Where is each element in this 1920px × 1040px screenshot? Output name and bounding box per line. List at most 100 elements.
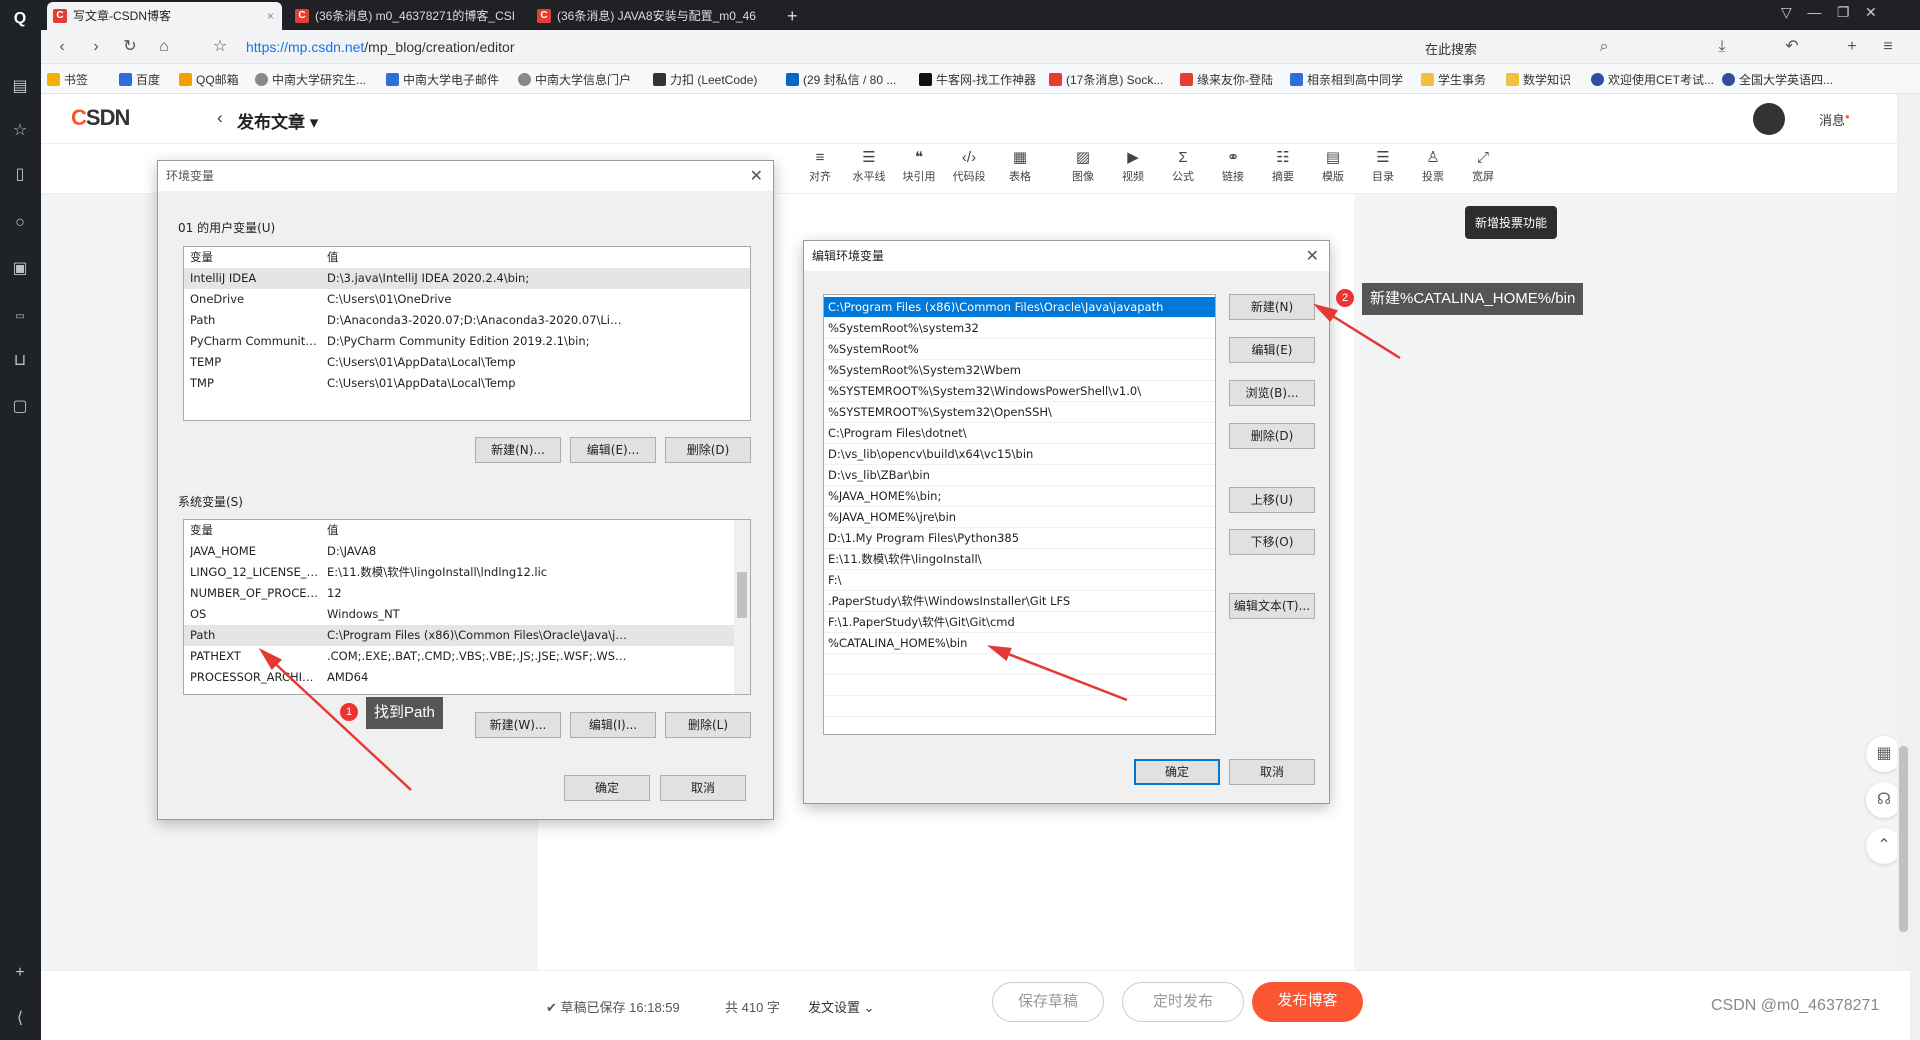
bookmark-item[interactable]: (17条消息) Sock... bbox=[1049, 71, 1163, 88]
plus-icon[interactable]: + bbox=[1841, 36, 1863, 58]
edit-entry-button[interactable]: 编辑(E) bbox=[1229, 337, 1315, 363]
list-item[interactable]: D:\vs_lib\opencv\build\x64\vc15\bin bbox=[824, 444, 1215, 465]
toolbar-quote[interactable]: ❝ 块引用 bbox=[899, 148, 939, 184]
delete-entry-button[interactable]: 删除(D) bbox=[1229, 423, 1315, 449]
add-icon[interactable]: + bbox=[9, 962, 31, 984]
reload-icon[interactable]: ↻ bbox=[119, 36, 141, 58]
bookmark-item[interactable]: 中南大学研究生... bbox=[255, 71, 366, 88]
list-item[interactable]: E:\11.数模\软件\lingoInstall\ bbox=[824, 549, 1215, 570]
user-edit-button[interactable]: 编辑(E)... bbox=[570, 437, 656, 463]
list-item[interactable]: %CATALINA_HOME%\bin bbox=[824, 633, 1215, 654]
list-item[interactable]: C:\Program Files\dotnet\ bbox=[824, 423, 1215, 444]
cancel-button[interactable]: 取消 bbox=[1229, 759, 1315, 785]
table-row[interactable]: PATHEXT .COM;.EXE;.BAT;.CMD;.VBS;.VBE;.JS… bbox=[184, 646, 750, 667]
list-item[interactable]: .PaperStudy\软件\WindowsInstaller\Git LFS bbox=[824, 591, 1215, 612]
toolbar-table[interactable]: ▦ 表格 bbox=[1000, 148, 1040, 184]
col-val-header[interactable]: 值 bbox=[327, 520, 627, 541]
empty-list-item[interactable] bbox=[824, 696, 1215, 717]
list-item[interactable]: D:\vs_lib\ZBar\bin bbox=[824, 465, 1215, 486]
toolbar-image[interactable]: ▨ 图像 bbox=[1063, 148, 1103, 184]
bookmark-item[interactable]: 全国大学英语四... bbox=[1722, 71, 1833, 88]
cancel-button[interactable]: 取消 bbox=[660, 775, 746, 801]
toolbar-summary[interactable]: ☷ 摘要 bbox=[1263, 148, 1303, 184]
bookmark-item[interactable]: 牛客网-找工作神器 bbox=[919, 71, 1036, 88]
messages-link[interactable]: 消息● bbox=[1819, 110, 1850, 129]
close-icon[interactable]: ✕ bbox=[750, 161, 763, 191]
table-row[interactable]: PyCharm Community Editi... D:\PyCharm Com… bbox=[184, 331, 750, 352]
col-val-header[interactable]: 值 bbox=[327, 247, 627, 268]
back-icon[interactable]: ‹ bbox=[51, 36, 73, 58]
collapse-icon[interactable]: ⟨ bbox=[9, 1008, 31, 1030]
new-tab-button[interactable]: + bbox=[779, 2, 807, 30]
bookmark-item[interactable]: 数学知识 bbox=[1506, 71, 1571, 88]
toolbar-hr[interactable]: ☰ 水平线 bbox=[849, 148, 889, 184]
url-field[interactable]: https://mp.csdn.net/mp_blog/creation/edi… bbox=[246, 36, 515, 58]
list-item[interactable]: D:\1.My Program Files\Python385 bbox=[824, 528, 1215, 549]
close-icon[interactable]: ✕ bbox=[1306, 241, 1319, 271]
toolbar-vote[interactable]: ♙ 投票 bbox=[1413, 148, 1453, 184]
tab-blog[interactable]: C (36条消息) m0_46378271的博客_CSI bbox=[289, 2, 524, 30]
tab-write-article[interactable]: C 写文章-CSDN博客 × bbox=[47, 2, 282, 30]
toolbar-template[interactable]: ▤ 模版 bbox=[1313, 148, 1353, 184]
toolbar-toc[interactable]: ☰ 目录 bbox=[1363, 148, 1403, 184]
toolbar-formula[interactable]: Σ 公式 bbox=[1163, 148, 1203, 184]
list-item[interactable]: %SystemRoot%\System32\Wbem bbox=[824, 360, 1215, 381]
empty-list-item[interactable] bbox=[824, 717, 1215, 734]
bookmark-item[interactable]: (29 封私信 / 80 ... bbox=[786, 71, 896, 88]
table-row[interactable]: PROCESSOR_ARCHITECT... AMD64 bbox=[184, 667, 750, 688]
edit-text-button[interactable]: 编辑文本(T)... bbox=[1229, 593, 1315, 619]
search-icon[interactable]: ⌕ bbox=[1593, 36, 1615, 58]
table-row[interactable]: TEMP C:\Users\01\AppData\Local\Temp bbox=[184, 352, 750, 373]
schedule-button[interactable]: 定时发布 bbox=[1122, 982, 1244, 1022]
toolbar-video[interactable]: ▶ 视频 bbox=[1113, 148, 1153, 184]
tab-java8[interactable]: C (36条消息) JAVA8安装与配置_m0_46 bbox=[531, 2, 766, 30]
bookmark-item[interactable]: 中南大学信息门户 bbox=[518, 71, 631, 88]
list-item[interactable]: F:\ bbox=[824, 570, 1215, 591]
table-row[interactable]: TMP C:\Users\01\AppData\Local\Temp bbox=[184, 373, 750, 394]
search-box[interactable]: 在此搜索 bbox=[1425, 39, 1477, 58]
bookmark-item[interactable]: 书签 bbox=[47, 71, 88, 88]
translate-icon[interactable]: ▢ bbox=[9, 396, 31, 418]
table-row[interactable]: LINGO_12_LICENSE_FILE E:\11.数模\软件\lingoIn… bbox=[184, 562, 750, 583]
col-var-header[interactable]: 变量 bbox=[190, 520, 320, 541]
bookmark-item[interactable]: 百度 bbox=[119, 71, 160, 88]
list-item[interactable]: %JAVA_HOME%\jre\bin bbox=[824, 507, 1215, 528]
search-input[interactable]: 在此搜索 bbox=[1425, 42, 1477, 57]
table-row[interactable]: Path C:\Program Files (x86)\Common Files\… bbox=[184, 625, 750, 646]
bookmark-star-icon[interactable]: ☆ bbox=[209, 36, 231, 58]
bookmark-item[interactable]: 中南大学电子邮件 bbox=[386, 71, 499, 88]
back-chevron-icon[interactable]: ‹ bbox=[217, 108, 223, 128]
favorites-icon[interactable]: ☆ bbox=[9, 120, 31, 142]
home-icon[interactable]: ⌂ bbox=[153, 36, 175, 58]
move-down-button[interactable]: 下移(O) bbox=[1229, 529, 1315, 555]
page-scrollbar[interactable] bbox=[1897, 94, 1910, 1040]
table-row[interactable]: OneDrive C:\Users\01\OneDrive bbox=[184, 289, 750, 310]
forward-icon[interactable]: › bbox=[85, 36, 107, 58]
video-icon[interactable]: ▣ bbox=[9, 258, 31, 280]
cart-icon[interactable]: ⊔ bbox=[9, 350, 31, 372]
table-row[interactable]: IntelliJ IDEA D:\3.java\IntelliJ IDEA 202… bbox=[184, 268, 750, 289]
close-icon[interactable]: × bbox=[267, 2, 274, 30]
reader-icon[interactable]: ▤ bbox=[9, 76, 31, 98]
sys-new-button[interactable]: 新建(W)... bbox=[475, 712, 561, 738]
list-item[interactable]: C:\Program Files (x86)\Common Files\Orac… bbox=[824, 297, 1215, 318]
download-icon[interactable]: ⤓ bbox=[1711, 36, 1733, 58]
path-entries-list[interactable]: C:\Program Files (x86)\Common Files\Orac… bbox=[823, 294, 1216, 735]
sys-vars-list[interactable]: 变量值 JAVA_HOME D:\JAVA8 LINGO_12_LICENSE_FI… bbox=[183, 519, 751, 695]
bookmark-item[interactable]: 缘来友你-登陆 bbox=[1180, 71, 1273, 88]
undo-icon[interactable]: ↶ bbox=[1781, 36, 1803, 58]
list-scrollbar[interactable] bbox=[734, 520, 750, 694]
user-new-button[interactable]: 新建(N)... bbox=[475, 437, 561, 463]
user-delete-button[interactable]: 删除(D) bbox=[665, 437, 751, 463]
toolbar-link[interactable]: ⚭ 链接 bbox=[1213, 148, 1253, 184]
toolbar-widescreen[interactable]: ⤢ 宽屏 bbox=[1463, 148, 1503, 184]
sys-edit-button[interactable]: 编辑(I)... bbox=[570, 712, 656, 738]
search-icon[interactable]: ○ bbox=[9, 212, 31, 234]
book-icon[interactable]: ▯ bbox=[9, 164, 31, 186]
table-row[interactable]: Path D:\Anaconda3-2020.07;D:\Anaconda3-20… bbox=[184, 310, 750, 331]
bookmark-item[interactable]: QQ邮箱 bbox=[179, 71, 239, 88]
empty-list-item[interactable] bbox=[824, 654, 1215, 675]
list-item[interactable]: %SystemRoot% bbox=[824, 339, 1215, 360]
window-controls[interactable]: ▽ — ❐ ✕ bbox=[1781, 4, 1877, 21]
ok-button[interactable]: 确定 bbox=[1134, 759, 1220, 785]
